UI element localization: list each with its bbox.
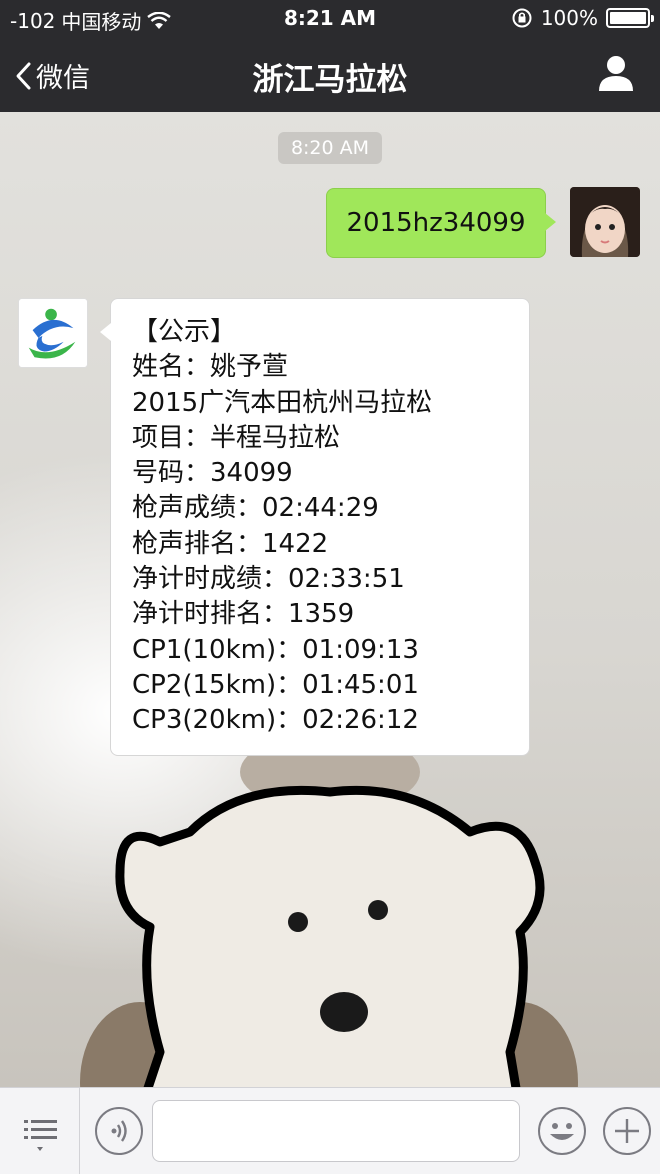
message-line: 2015广汽本田杭州马拉松 — [132, 387, 433, 418]
voice-icon[interactable] — [94, 1106, 144, 1156]
back-button[interactable]: 微信 — [14, 56, 90, 95]
back-label: 微信 — [36, 63, 90, 94]
status-bar: -102 中国移动 8:21 AM 100% — [0, 0, 660, 36]
bear-sticker-image — [80, 752, 578, 1087]
message-line: CP1(10km)：01:09:13 — [132, 634, 419, 665]
message-line: CP2(15km)：01:45:01 — [132, 669, 419, 700]
battery-percent: 100% — [540, 6, 598, 30]
message-input[interactable] — [152, 1100, 520, 1162]
battery-icon — [606, 8, 654, 28]
chat-title: 浙江马拉松 — [252, 62, 408, 98]
rotation-lock-icon — [512, 8, 532, 28]
battery-level — [610, 12, 646, 24]
message-line: 净计时排名：1359 — [132, 599, 355, 630]
chevron-left-icon — [16, 62, 31, 89]
plus-icon[interactable] — [602, 1106, 652, 1156]
bot-avatar[interactable] — [18, 298, 88, 368]
emoji-icon[interactable] — [537, 1106, 587, 1156]
profile-icon[interactable] — [598, 54, 634, 92]
message-line: CP3(20km)：02:26:12 — [132, 705, 419, 736]
message-line: 姓名：姚予萱 — [132, 352, 289, 383]
message-timestamp: 8:20 AM — [278, 132, 382, 164]
menu-icon — [24, 1120, 57, 1151]
menu-toggle-button[interactable] — [0, 1088, 80, 1174]
received-message-bubble[interactable]: 【公示】 姓名：姚予萱 2015广汽本田杭州马拉松 项目：半程马拉松 号码：34… — [100, 298, 530, 756]
nav-bar: 微信 浙江马拉松 — [0, 36, 660, 112]
input-toolbar — [0, 1087, 660, 1174]
message-line: 号码：34099 — [132, 458, 293, 489]
user-avatar[interactable] — [570, 187, 640, 257]
message-line: 项目：半程马拉松 — [132, 422, 341, 453]
chat-area[interactable]: 8:20 AM 2015hz34099 【公示】 姓名：姚予萱 2015广汽本田… — [0, 112, 660, 1087]
message-line: 【公示】 — [132, 317, 237, 347]
sent-message-bubble[interactable]: 2015hz34099 — [326, 188, 556, 258]
message-line: 净计时成绩：02:33:51 — [132, 564, 405, 595]
message-line: 枪声成绩：02:44:29 — [132, 493, 379, 524]
message-line: 枪声排名：1422 — [132, 528, 329, 559]
